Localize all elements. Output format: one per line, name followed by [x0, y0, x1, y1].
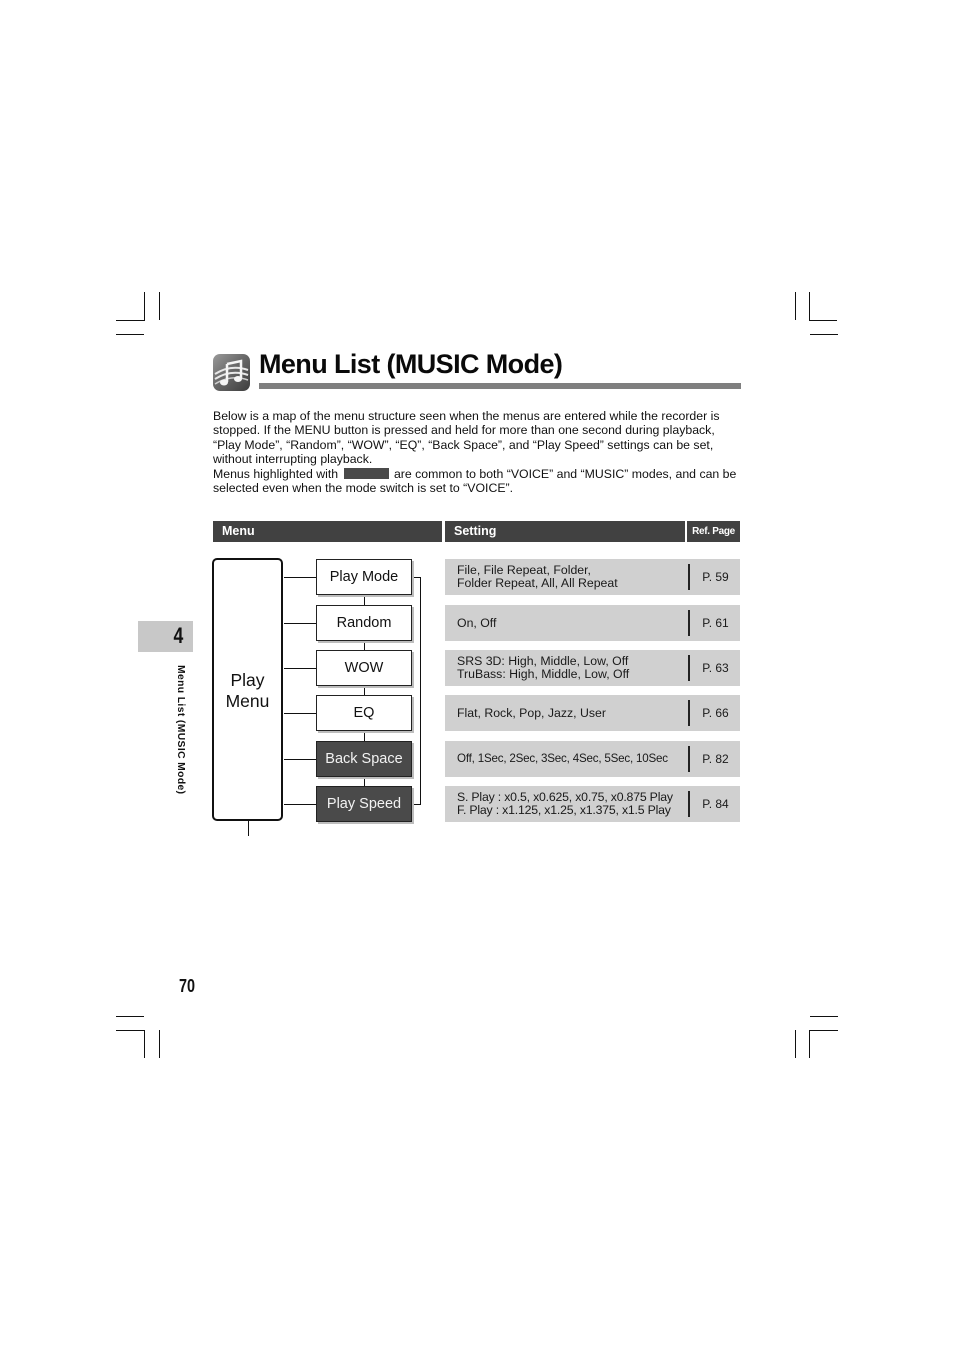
music-note-icon: [213, 354, 250, 391]
play-menu-label: Play Menu: [214, 670, 281, 712]
separator: [688, 746, 690, 772]
crop-mark: [809, 292, 811, 321]
right-bracket-vertical: [420, 577, 422, 805]
crop-mark: [116, 1030, 144, 1032]
root-to-menu-connector: [284, 623, 316, 625]
separator: [688, 700, 690, 726]
root-to-menu-connector: [284, 713, 316, 715]
menu-chain-connector: [364, 686, 366, 695]
menu-item-wow[interactable]: WOW: [316, 650, 412, 686]
menu-chain-connector: [364, 731, 366, 741]
setting-row-back-space: Off, 1Sec, 2Sec, 3Sec, 4Sec, 5Sec, 10Sec…: [445, 741, 740, 777]
ref-page: P. 63: [702, 661, 729, 675]
menu-chain-connector: [364, 595, 366, 605]
crop-mark: [809, 1030, 811, 1058]
highlight-swatch: [343, 467, 389, 479]
root-to-menu-connector: [284, 759, 316, 761]
setting-text: Off, 1Sec, 2Sec, 3Sec, 4Sec, 5Sec, 10Sec: [457, 741, 668, 777]
separator: [688, 655, 690, 681]
crop-mark: [809, 320, 837, 322]
separator: [688, 564, 690, 590]
separator: [688, 791, 690, 817]
root-stem-line: [248, 821, 250, 836]
menu-item-play-speed[interactable]: Play Speed: [316, 786, 412, 822]
crop-mark: [795, 1030, 797, 1058]
title-underline: [259, 383, 741, 389]
ref-page: P. 84: [702, 797, 729, 811]
setting-line: Flat, Rock, Pop, Jazz, User: [457, 705, 606, 720]
menu-item-eq[interactable]: EQ: [316, 695, 412, 731]
intro-paragraph-1: Below is a map of the menu structure see…: [213, 409, 720, 467]
crop-mark: [810, 334, 838, 336]
menu-item-back-space[interactable]: Back Space: [316, 741, 412, 777]
header-ref-page: Ref. Page: [687, 521, 740, 542]
setting-text: On, Off: [457, 605, 496, 641]
root-to-menu-connector: [284, 668, 316, 670]
setting-line: Folder Repeat, All, All Repeat: [457, 576, 618, 590]
setting-row-random: On, Off P. 61: [445, 605, 740, 641]
crop-mark: [795, 292, 797, 320]
chapter-side-label: Menu List (MUSIC Mode): [175, 665, 186, 795]
crop-mark: [144, 1030, 146, 1058]
menu-chain-connector: [364, 777, 366, 786]
chapter-tab: 4: [138, 621, 193, 652]
setting-row-play-speed: S. Play : x0.5, x0.625, x0.75, x0.875 Pl…: [445, 786, 740, 822]
crop-mark: [116, 1016, 144, 1018]
crop-mark: [116, 320, 144, 322]
setting-line: On, Off: [457, 615, 497, 630]
page-title: Menu List (MUSIC Mode): [259, 349, 563, 379]
menu-chain-connector: [364, 641, 366, 650]
setting-row-play-mode: File, File Repeat, Folder, Folder Repeat…: [445, 559, 740, 595]
crop-mark: [159, 292, 161, 320]
setting-line: Off, 1Sec, 2Sec, 3Sec, 4Sec, 5Sec, 10Sec: [457, 751, 668, 765]
intro-paragraph-2: Menus highlighted with are common to bot…: [213, 467, 743, 496]
root-to-menu-connector: [284, 804, 316, 806]
setting-line: F. Play : x1.125, x1.25, x1.375, x1.5 Pl…: [457, 803, 671, 817]
play-menu-root: Play Menu: [212, 558, 283, 821]
setting-text: Flat, Rock, Pop, Jazz, User: [457, 695, 606, 731]
ref-page: P. 82: [702, 752, 729, 766]
separator: [688, 610, 690, 636]
menu-item-play-mode[interactable]: Play Mode: [316, 559, 412, 595]
ref-page: P. 59: [702, 570, 729, 584]
setting-text: SRS 3D: High, Middle, Low, Off TruBass: …: [457, 650, 629, 686]
ref-page: P. 66: [702, 706, 729, 720]
setting-row-wow: SRS 3D: High, Middle, Low, Off TruBass: …: [445, 650, 740, 686]
setting-text: File, File Repeat, Folder, Folder Repeat…: [457, 559, 618, 595]
crop-mark: [116, 334, 144, 336]
crop-mark: [159, 1030, 161, 1058]
intro-paragraph-2-start: Menus highlighted with: [213, 466, 339, 481]
setting-text: S. Play : x0.5, x0.625, x0.75, x0.875 Pl…: [457, 786, 673, 822]
right-bracket-top: [412, 577, 420, 579]
crop-mark: [810, 1016, 838, 1018]
header-menu: Menu: [213, 521, 442, 542]
setting-line: TruBass: High, Middle, Low, Off: [457, 667, 630, 681]
header-setting: Setting: [445, 521, 685, 542]
ref-page: P. 61: [702, 616, 729, 630]
page-number: 70: [179, 976, 196, 996]
root-to-menu-connector: [284, 577, 316, 579]
menu-item-random[interactable]: Random: [316, 605, 412, 641]
right-bracket-bottom: [412, 804, 420, 806]
intro-text: Below is a map of the menu structure see…: [213, 409, 743, 495]
crop-mark: [809, 1030, 838, 1032]
play-menu-label-line2: Menu: [225, 691, 270, 711]
crop-mark: [144, 292, 146, 321]
play-menu-label-line1: Play: [230, 670, 265, 690]
chapter-number: 4: [173, 623, 183, 648]
setting-row-eq: Flat, Rock, Pop, Jazz, User P. 66: [445, 695, 740, 731]
